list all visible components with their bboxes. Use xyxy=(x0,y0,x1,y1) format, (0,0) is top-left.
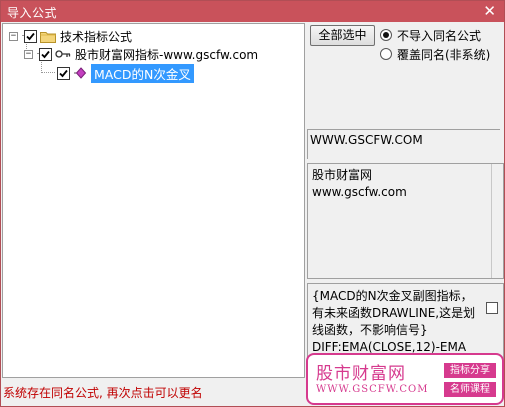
brand-watermark: 股市财富网 WWW.GSCFW.COM 指标分享 名师课程 xyxy=(306,353,504,405)
formula-description[interactable]: 股市财富网 www.gscfw.com xyxy=(307,163,504,279)
window-title: 导入公式 xyxy=(7,6,58,20)
key-icon xyxy=(55,49,71,59)
desc-line: www.gscfw.com xyxy=(312,185,407,199)
radio-label: 不导入同名公式 xyxy=(397,28,482,43)
tree-connector xyxy=(41,72,55,73)
description-scrollbar[interactable] xyxy=(491,164,503,278)
radio-overwrite-duplicates[interactable]: 覆盖同名(非系统) xyxy=(380,46,490,62)
formula-source-url: WWW.GSCFW.COM xyxy=(307,129,500,159)
tree-node-group[interactable]: − 股市财富网指标-www.gscfw.com xyxy=(24,46,258,62)
tree-node-formula[interactable]: MACD的N次金叉 xyxy=(57,63,194,83)
radio-button[interactable] xyxy=(380,29,392,41)
tree-node-root[interactable]: − 技术指标公式 xyxy=(9,28,132,44)
collapse-icon[interactable]: − xyxy=(24,49,33,59)
tree-label-group: 股市财富网指标-www.gscfw.com xyxy=(75,47,259,62)
brand-tag-courses: 名师课程 xyxy=(444,382,496,397)
checkmark-icon xyxy=(59,69,68,77)
notes-line: {MACD的N次金叉副图指标， xyxy=(312,289,473,303)
formula-tree[interactable]: − 技术指标公式 − 股市财富网指标-www.gscfw.com MACD的N次… xyxy=(2,23,305,378)
notes-line: 有未来函数DRAWLINE,这是划 xyxy=(312,306,476,320)
radio-skip-duplicates[interactable]: 不导入同名公式 xyxy=(380,27,481,43)
brand-domain: WWW.GSCFW.COM xyxy=(316,384,429,395)
status-message: 系统存在同名公式, 再次点击可以更名 xyxy=(3,386,203,400)
checkmark-icon xyxy=(26,32,35,40)
import-formula-dialog: 导入公式 ✕ − 技术指标公式 − 股市财富网指标-www.gscfw.com … xyxy=(0,0,505,407)
brand-name: 股市财富网 xyxy=(316,364,406,384)
checkbox-group[interactable] xyxy=(39,47,52,61)
notes-line: 线函数，不影响信号} xyxy=(312,323,428,337)
desc-line: 股市财富网 xyxy=(312,168,373,182)
tree-label-root: 技术指标公式 xyxy=(60,29,133,44)
folder-icon xyxy=(40,30,56,43)
radio-label: 覆盖同名(非系统) xyxy=(397,47,491,62)
url-text: WWW.GSCFW.COM xyxy=(310,133,423,147)
title-bar[interactable]: 导入公式 ✕ xyxy=(1,1,504,22)
collapse-icon[interactable]: − xyxy=(9,31,18,41)
close-icon[interactable]: ✕ xyxy=(483,2,496,20)
brand-tag-indicators: 指标分享 xyxy=(444,363,496,378)
checkbox-formula[interactable] xyxy=(57,66,70,80)
select-all-button[interactable]: 全部选中 xyxy=(310,25,375,46)
tree-label-formula[interactable]: MACD的N次金叉 xyxy=(91,63,194,83)
formula-diamond-icon xyxy=(73,67,87,79)
notes-checkbox[interactable] xyxy=(486,302,498,314)
radio-button[interactable] xyxy=(380,48,392,60)
checkbox-root[interactable] xyxy=(24,29,37,43)
checkmark-icon xyxy=(41,50,50,58)
